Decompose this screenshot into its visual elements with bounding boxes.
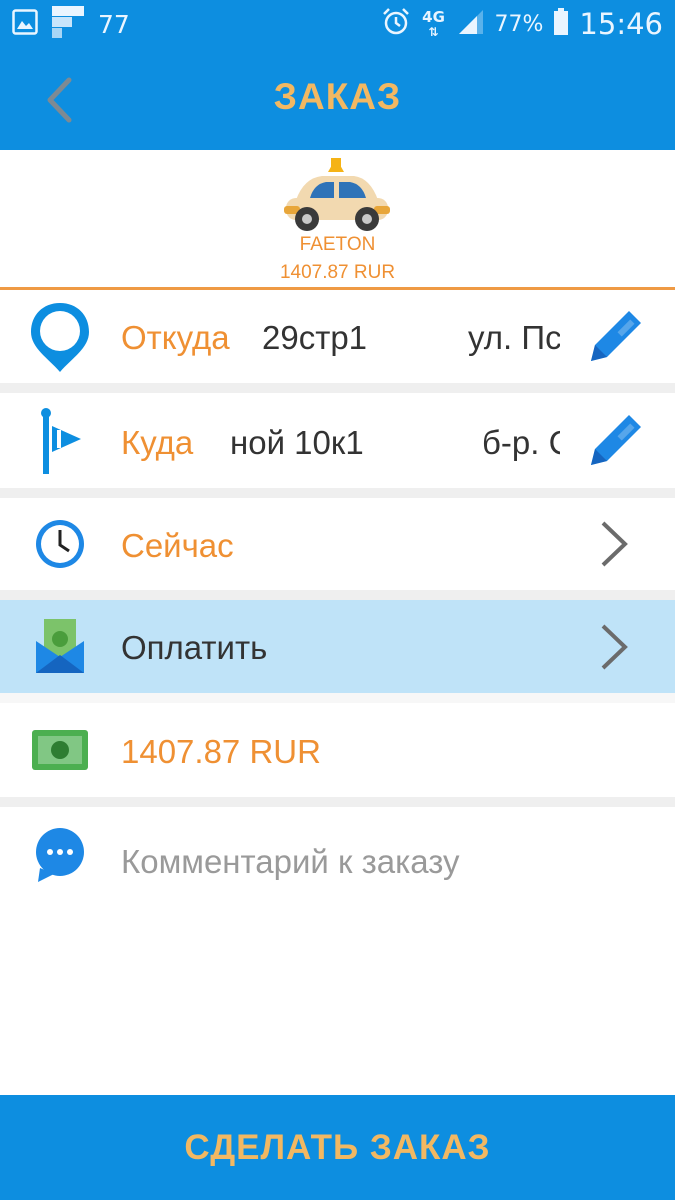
chevron-right-icon (592, 518, 636, 570)
from-row[interactable]: Откуда 29стр1 ул. Пс (0, 293, 675, 383)
edit-from-button[interactable] (585, 305, 647, 367)
gallery-icon (12, 8, 38, 40)
battery-percent: 77% (494, 11, 544, 37)
car-price: 1407.87 RUR (279, 262, 396, 283)
flipboard-icon (52, 5, 84, 43)
clock-time: 15:46 (579, 7, 663, 41)
destination-flag-icon (28, 403, 92, 479)
time-label: Сейчас (121, 527, 234, 564)
car-summary: FAETON 1407.87 RUR (0, 150, 675, 290)
money-envelope-icon (28, 608, 92, 684)
car-class-name: FAETON (299, 234, 376, 255)
row-separator (0, 693, 675, 703)
pencil-icon (591, 415, 641, 465)
status-bar-right: 4G ⇅ 77% 15:46 (381, 7, 663, 42)
chat-bubble-icon (28, 817, 92, 893)
row-separator (0, 383, 675, 393)
notification-count: 77 (98, 9, 130, 39)
to-address-street: б-р. С (482, 424, 560, 461)
app-header: ЗАКАЗ (0, 48, 675, 150)
from-label: Откуда (121, 319, 230, 356)
cost-row: 1407.87 RUR (0, 703, 675, 797)
to-address-part: ной 10к1 (230, 424, 364, 461)
from-address-part: 29стр1 (262, 319, 368, 356)
chevron-right-icon (592, 621, 636, 673)
comment-input[interactable]: Комментарий к заказу (121, 843, 460, 881)
time-row[interactable]: Сейчас (0, 498, 675, 590)
alarm-icon (381, 7, 411, 42)
status-bar-left: 77 (12, 5, 130, 43)
to-row[interactable]: Куда ной 10к1 б-р. С (0, 393, 675, 488)
cost-value: 1407.87 RUR (121, 733, 321, 770)
payment-label: Оплатить (121, 629, 268, 666)
pencil-icon (591, 311, 641, 361)
page-title: ЗАКАЗ (273, 76, 402, 117)
payment-row[interactable]: Оплатить (0, 600, 675, 693)
location-pin-icon (28, 299, 92, 375)
row-separator (0, 590, 675, 600)
taxi-car-icon (284, 158, 390, 231)
from-address-street: ул. Пс (468, 319, 560, 356)
network-4g-icon: 4G ⇅ (422, 7, 445, 39)
to-label: Куда (121, 424, 194, 461)
make-order-button[interactable]: СДЕЛАТЬ ЗАКАЗ (0, 1095, 675, 1200)
cash-icon (28, 713, 92, 789)
edit-to-button[interactable] (585, 409, 647, 471)
row-separator (0, 488, 675, 498)
make-order-label: СДЕЛАТЬ ЗАКАЗ (184, 1127, 491, 1167)
clock-icon (28, 506, 92, 582)
battery-icon (553, 7, 569, 41)
network-label: 4G (422, 7, 445, 26)
signal-icon (457, 8, 485, 41)
row-separator (0, 797, 675, 807)
status-bar: 77 4G ⇅ 77% 15:46 (0, 0, 675, 48)
